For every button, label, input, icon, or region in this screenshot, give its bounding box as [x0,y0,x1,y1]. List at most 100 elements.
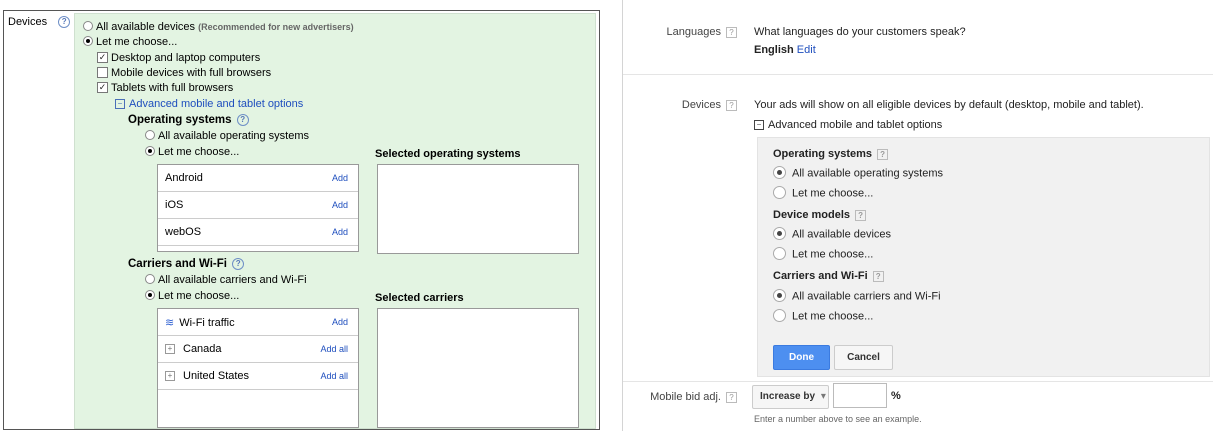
advanced-options-link[interactable]: − Advanced mobile and tablet options [115,98,303,110]
os-heading-text: Operating systems [773,148,873,160]
add-os-link[interactable]: Add [332,200,348,210]
collapse-icon[interactable]: − [754,120,764,131]
carrier-name: ≋ Wi-Fi traffic [165,316,235,329]
help-icon[interactable]: ? [236,114,249,126]
help-icon[interactable]: ? [872,270,884,282]
radio-selected-icon[interactable] [145,146,155,157]
tablets-checkbox-row[interactable]: ✓ Tablets with full browsers [97,81,233,94]
radio-selected-icon[interactable] [773,166,786,179]
section-divider [623,74,1213,75]
collapse-icon[interactable]: − [115,99,125,110]
radio-selected-icon[interactable] [773,289,786,302]
all-os-option[interactable]: All available operating systems [145,130,309,142]
devices-label: Devices ? [8,16,71,29]
choose-models-option[interactable]: Let me choose... [773,247,874,261]
selected-os-box[interactable] [377,164,579,254]
carriers-list[interactable]: ≋ Wi-Fi traffic Add + Canada Add all + Unit… [157,308,359,428]
radio-selected-icon[interactable] [145,290,155,301]
carrier-name-text: United States [183,370,250,382]
help-icon[interactable]: ? [877,148,889,160]
help-icon[interactable]: ? [726,26,737,38]
let-me-choose-os-label: Let me choose... [158,146,240,158]
mobile-checkbox-row[interactable]: Mobile devices with full browsers [97,66,271,79]
let-me-choose-devices-option[interactable]: Let me choose... [83,36,177,48]
expand-icon[interactable]: + [165,344,175,355]
radio-icon[interactable] [773,309,786,322]
legacy-device-settings-panel: Devices ? All available devices (Recomme… [0,0,602,431]
carriers-heading-text: Carriers and Wi-Fi [128,258,227,271]
increase-by-dropdown[interactable]: Increase by ▾ [752,385,829,409]
all-devices-option[interactable]: All available devices (Recommended for n… [83,21,354,33]
all-devices-label: All available devices [96,21,196,33]
all-carriers-label: All available carriers and Wi-Fi [792,290,941,303]
all-os-option[interactable]: All available operating systems [773,166,943,180]
advanced-link-text[interactable]: Advanced mobile and tablet options [129,98,303,110]
bid-hint: Enter a number above to see an example. [754,414,922,424]
bid-adjustment-input[interactable] [833,383,887,408]
chevron-down-icon: ▾ [820,391,826,402]
os-name: iOS [165,199,184,211]
radio-selected-icon[interactable] [83,36,93,47]
models-heading: Device models? [773,209,867,221]
radio-icon[interactable] [773,247,786,260]
edit-languages-link[interactable]: Edit [797,44,816,56]
all-carriers-option[interactable]: All available carriers and Wi-Fi [145,274,307,286]
selected-carriers-heading: Selected carriers [375,292,464,304]
help-icon[interactable]: ? [58,16,71,29]
expand-icon[interactable]: + [165,371,175,382]
mobile-bid-label-text: Mobile bid adj. [650,391,721,403]
languages-value: English [754,44,794,56]
choose-os-option[interactable]: Let me choose... [773,186,873,200]
all-carriers-label: All available carriers and Wi-Fi [158,274,307,286]
cancel-button[interactable]: Cancel [834,345,893,370]
add-all-carriers-link[interactable]: Add all [320,344,348,354]
devices-label: Devices? [623,99,737,111]
radio-selected-icon[interactable] [773,227,786,240]
help-icon[interactable]: ? [726,99,737,111]
choose-carriers-label: Let me choose... [792,310,874,323]
checkbox-checked-icon[interactable]: ✓ [97,81,108,93]
radio-icon[interactable] [83,21,93,32]
add-os-link[interactable]: Add [332,173,348,183]
list-item: + Canada Add all [158,336,358,363]
choose-carriers-option[interactable]: Let me choose... [773,309,874,323]
os-heading: Operating systems ? [128,114,249,126]
wifi-icon: ≋ [165,317,175,329]
recommended-note: (Recommended for new advertisers) [198,22,354,32]
checkbox-checked-icon[interactable]: ✓ [97,51,108,63]
help-icon[interactable]: ? [232,258,245,270]
mobile-bid-label: Mobile bid adj.? [623,391,737,403]
help-icon[interactable]: ? [726,391,737,403]
selected-carriers-box[interactable] [377,308,579,428]
let-me-choose-os-option[interactable]: Let me choose... [145,146,239,158]
os-list[interactable]: Android Add iOS Add webOS Add [157,164,359,252]
done-button[interactable]: Done [773,345,830,370]
desktop-label: Desktop and laptop computers [111,52,261,64]
carriers-heading: Carriers and Wi-Fi? [773,270,884,282]
add-all-carriers-link[interactable]: Add all [320,371,348,381]
add-os-link[interactable]: Add [332,227,348,237]
choose-models-label: Let me choose... [792,248,874,261]
advanced-link-text[interactable]: Advanced mobile and tablet options [768,119,942,131]
list-item: ≋ Wi-Fi traffic Add [158,309,358,336]
os-name: webOS [165,226,202,238]
radio-icon[interactable] [145,130,155,141]
all-carriers-option[interactable]: All available carriers and Wi-Fi [773,289,941,303]
let-me-choose-carriers-label: Let me choose... [158,290,240,302]
let-me-choose-carriers-option[interactable]: Let me choose... [145,290,239,302]
add-carrier-link[interactable]: Add [332,317,348,327]
radio-icon[interactable] [773,186,786,199]
advanced-options-link[interactable]: − Advanced mobile and tablet options [754,119,942,131]
checkbox-unchecked-icon[interactable] [97,66,108,78]
languages-label: Languages? [623,26,737,38]
help-icon[interactable]: ? [855,209,867,221]
carrier-name-text: Wi-Fi traffic [179,317,235,329]
new-device-settings-panel: Languages? What languages do your custom… [622,0,1213,431]
os-name: Android [165,172,203,184]
section-divider [623,381,1213,382]
desktop-checkbox-row[interactable]: ✓ Desktop and laptop computers [97,51,261,64]
devices-description: Your ads will show on all eligible devic… [754,99,1144,111]
os-heading-text: Operating systems [128,114,232,127]
radio-icon[interactable] [145,274,155,285]
all-models-option[interactable]: All available devices [773,227,891,241]
